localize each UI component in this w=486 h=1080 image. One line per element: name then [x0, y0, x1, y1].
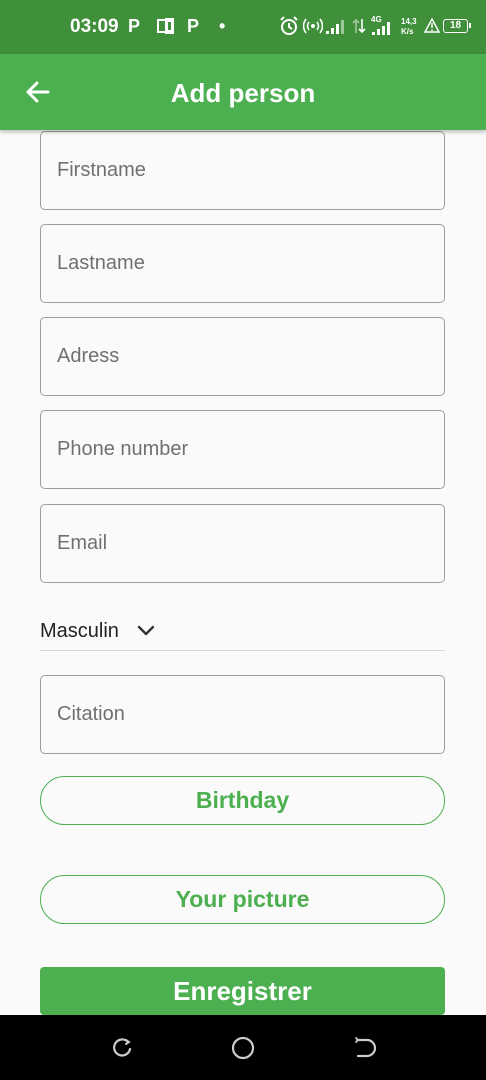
more-notifications-dot: •	[219, 16, 226, 36]
system-nav-bar	[0, 1015, 486, 1080]
lastname-field[interactable]	[40, 224, 445, 303]
gender-dropdown[interactable]: Masculin	[40, 610, 445, 651]
alarm-icon	[279, 16, 299, 41]
hotspot-icon	[302, 17, 324, 40]
home-icon	[231, 1036, 255, 1060]
birthday-button[interactable]: Birthday	[40, 776, 445, 825]
gender-selected-value: Masculin	[40, 620, 119, 642]
back-nav-icon	[355, 1037, 377, 1058]
signal-icon	[326, 18, 348, 39]
signal-4g-icon	[372, 22, 394, 40]
page-title: Add person	[170, 78, 316, 108]
recent-apps-icon	[113, 1038, 132, 1057]
address-field[interactable]	[40, 317, 445, 396]
warning-icon	[423, 17, 441, 38]
firstname-field[interactable]	[40, 131, 445, 210]
save-button[interactable]: Enregistrer	[40, 967, 445, 1015]
network-speed-value: 14,3	[401, 17, 417, 26]
recent-apps-button[interactable]	[109, 1035, 135, 1061]
data-transfer-icon	[352, 18, 366, 39]
parking-app-icon-2: P	[187, 16, 200, 36]
picture-button[interactable]: Your picture	[40, 875, 445, 924]
back-nav-button[interactable]	[352, 1035, 378, 1061]
citation-field[interactable]	[40, 675, 445, 754]
email-field[interactable]	[40, 504, 445, 583]
status-time: 03:09	[70, 16, 119, 37]
parking-app-icon: P	[128, 16, 141, 36]
chevron-down-icon	[137, 625, 155, 636]
notification-icon	[157, 18, 175, 39]
app-bar: Add person	[0, 54, 486, 130]
home-button[interactable]	[230, 1035, 256, 1061]
phone-field[interactable]	[40, 410, 445, 489]
status-bar: 03:09 P P • 4G 14,3 K/s 18	[0, 0, 486, 54]
battery-icon: 18	[443, 19, 471, 33]
network-speed-unit: K/s	[401, 27, 414, 36]
